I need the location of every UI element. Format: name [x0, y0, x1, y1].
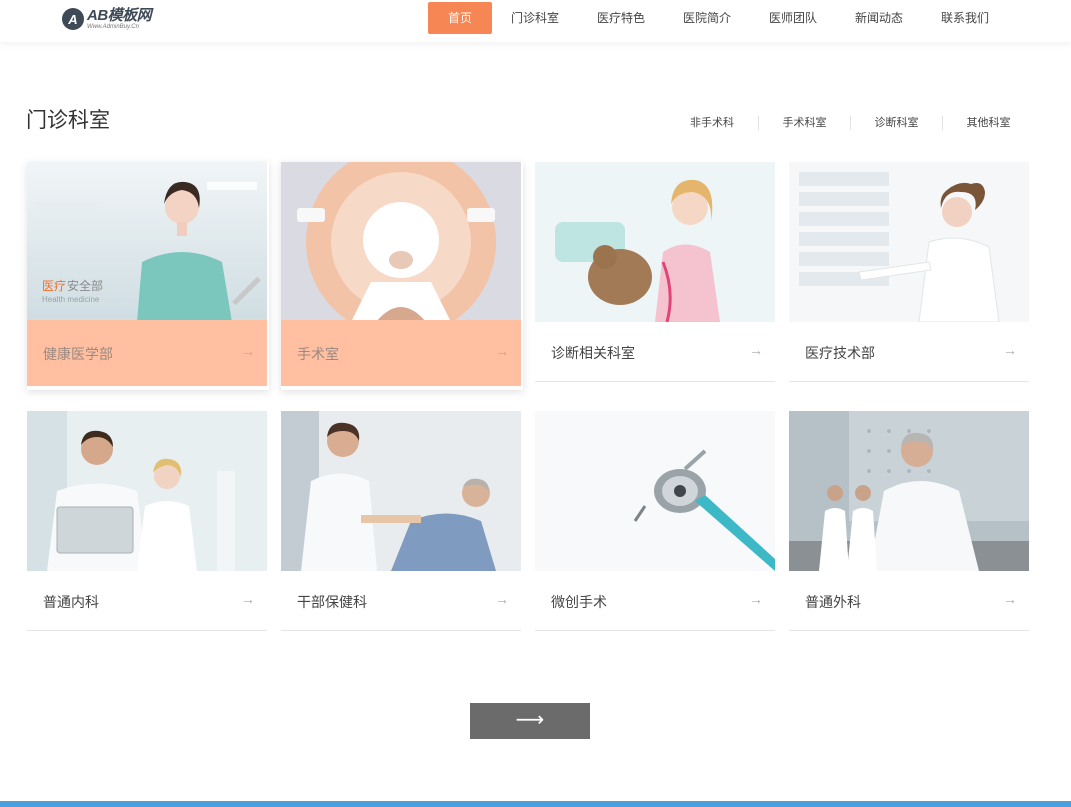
logo-subtext: Www.AdminBuy.Cn [87, 24, 139, 30]
department-image [535, 162, 775, 322]
image-overlay-text: 安全部 [67, 278, 103, 293]
department-image [789, 162, 1029, 322]
arrow-right-icon: → [241, 591, 255, 607]
department-image [535, 411, 775, 571]
department-name: 微创手术 [551, 594, 607, 610]
department-name: 普通内科 [43, 594, 99, 610]
tab-diagnostic[interactable]: 诊断科室 [850, 116, 942, 130]
department-card[interactable]: 医疗技术部 → [789, 162, 1031, 390]
department-image [789, 411, 1029, 571]
nav-item-about[interactable]: 医院简介 [664, 2, 750, 34]
arrow-right-icon: → [495, 591, 509, 607]
nav-item-contact[interactable]: 联系我们 [922, 2, 1008, 34]
department-card[interactable]: 普通外科 → [789, 411, 1031, 639]
department-image [281, 162, 521, 322]
site-logo[interactable]: A AB模板网 Www.AdminBuy.Cn [62, 6, 152, 32]
department-image: 医疗 安全部 Health medicine [27, 162, 267, 322]
tab-other[interactable]: 其他科室 [942, 116, 1034, 130]
tab-surgical[interactable]: 手术科室 [758, 116, 850, 130]
arrow-right-icon: → [1003, 342, 1017, 358]
department-image [27, 411, 267, 571]
section-title: 门诊科室 [26, 109, 110, 132]
arrow-right-icon: → [241, 343, 255, 359]
nav-item-home[interactable]: 首页 [428, 2, 492, 34]
department-name: 诊断相关科室 [551, 345, 635, 361]
department-name: 普通外科 [805, 594, 861, 610]
tab-non-surgical[interactable]: 非手术科 [666, 116, 758, 130]
department-card[interactable]: 干部保健科 → [281, 411, 523, 639]
department-card[interactable]: 医疗 安全部 Health medicine 健康医学部 → [27, 162, 269, 390]
nav-item-news[interactable]: 新闻动态 [836, 2, 922, 34]
department-card[interactable]: 微创手术 → [535, 411, 777, 639]
arrow-right-icon: → [749, 342, 763, 358]
footer-accent-bar [0, 801, 1071, 807]
nav-item-doctors[interactable]: 医师团队 [750, 2, 836, 34]
site-header: A AB模板网 Www.AdminBuy.Cn 首页 门诊科室 医疗特色 医院简… [0, 0, 1071, 42]
arrow-right-icon: → [495, 343, 509, 359]
category-tabs: 非手术科 手术科室 诊断科室 其他科室 [666, 116, 1034, 130]
image-overlay-subtext: Health medicine [42, 295, 100, 304]
department-name: 健康医学部 [43, 346, 113, 362]
department-card[interactable]: 诊断相关科室 → [535, 162, 777, 390]
long-arrow-right-icon: ⟶ [515, 709, 545, 731]
department-name: 手术室 [297, 346, 339, 362]
arrow-right-icon: → [749, 591, 763, 607]
department-card[interactable]: 手术室 → [281, 162, 523, 390]
logo-text: AB模板网 [87, 7, 152, 24]
main-nav: 首页 门诊科室 医疗特色 医院简介 医师团队 新闻动态 联系我们 [428, 2, 1008, 34]
department-image [281, 411, 521, 571]
nav-item-features[interactable]: 医疗特色 [578, 2, 664, 34]
department-card[interactable]: 普通内科 → [27, 411, 269, 639]
image-overlay-accent: 医疗 [42, 279, 66, 293]
department-name: 干部保健科 [297, 594, 367, 610]
logo-mark-icon: A [62, 8, 84, 30]
department-name: 医疗技术部 [805, 345, 875, 361]
nav-item-departments[interactable]: 门诊科室 [492, 2, 578, 34]
arrow-right-icon: → [1003, 591, 1017, 607]
more-button[interactable]: ⟶ [470, 703, 590, 739]
